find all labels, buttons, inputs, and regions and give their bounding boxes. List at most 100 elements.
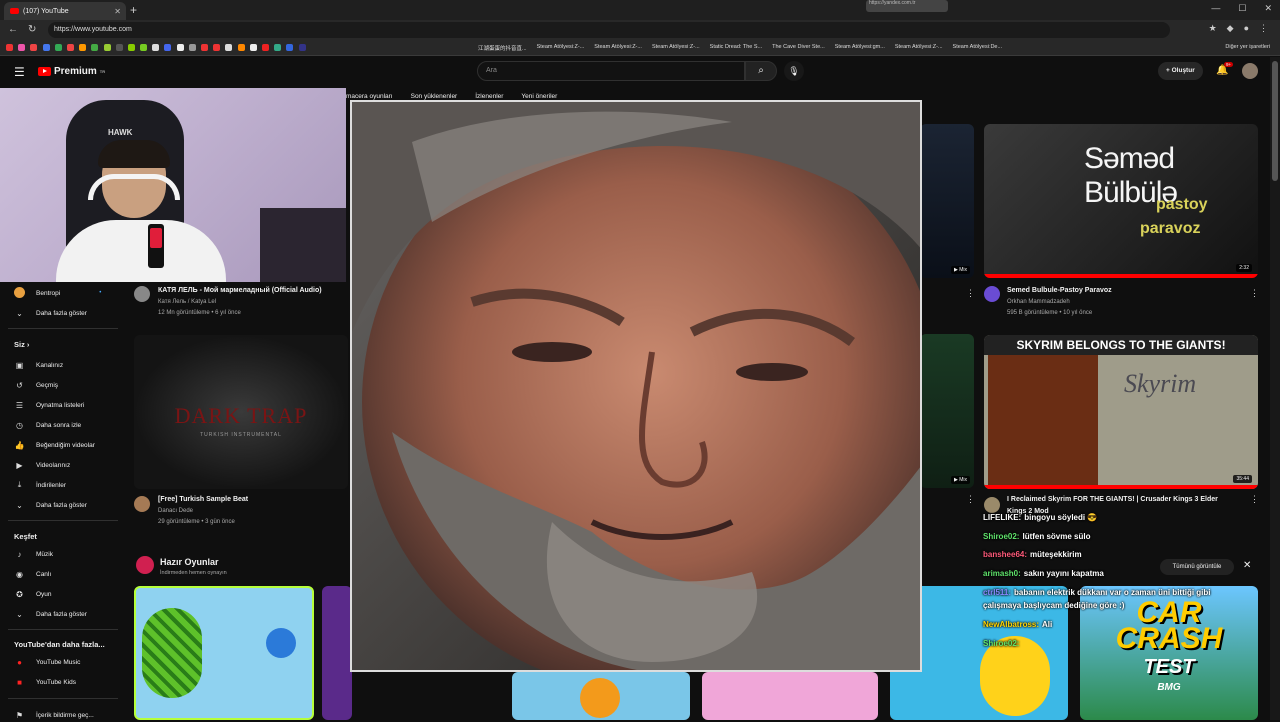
bookmark-icon[interactable] [91,44,99,51]
bookmark-item[interactable]: Steam AtölyesiːZ-... [537,44,585,52]
sidebar-item-channel[interactable]: ▣ Kanalınız [14,358,63,372]
video-thumbnail[interactable]: DARK TRAP TURKISH INSTRUMENTAL [134,335,348,489]
video-thumbnail[interactable]: SKYRIM BELONGS TO THE GIANTS! Skyrim 35:… [984,335,1258,489]
maximize-icon[interactable]: ☐ [1238,3,1246,14]
other-bookmarks[interactable]: Diğer yer işaretleri [1225,44,1270,50]
sidebar-item-live[interactable]: ◉ Canlı [14,567,51,581]
you-heading[interactable]: Siz › [14,340,29,349]
bookmark-icon[interactable] [201,44,208,51]
search-button[interactable]: ⌕ [745,61,777,81]
show-all-button[interactable]: Tümünü görüntüle [1160,559,1234,575]
new-tab-button[interactable]: + [130,3,137,17]
close-window-icon[interactable]: ✕ [1264,3,1272,14]
bookmark-icon[interactable] [249,44,257,51]
reload-icon[interactable]: ↻ [28,24,36,35]
video-menu-icon[interactable]: ⋮ [966,494,975,505]
channel-avatar[interactable] [134,496,150,512]
bookmark-icon[interactable] [42,44,50,51]
video-title[interactable]: Semed Bulbule-Pastoy Paravoz [1007,287,1112,294]
sidebar-item-more[interactable]: ⌄ Daha fazla göster [14,607,87,621]
sidebar-item-music[interactable]: ♪ Müzik [14,547,53,561]
bookmark-item[interactable]: Steam AtölyesiːZ-... [895,44,943,52]
extension-icon[interactable]: ◆ [1227,23,1234,34]
bookmark-item[interactable]: The Cave Diver Ste... [772,44,825,52]
bookmark-icon[interactable] [298,44,306,51]
search-input[interactable]: Ara [477,61,745,81]
chip[interactable]: Son yüklenenler [411,93,458,100]
sidebar-item-liked[interactable]: 👍 Beğendiğim videolar [14,438,95,452]
sidebar-item-watch-later[interactable]: ◷ Daha sonra izle [14,418,81,432]
bookmark-item[interactable]: Steam AtölyesiːDe... [953,44,1003,52]
sidebar-item-more[interactable]: ⌄ Daha fazla göster [14,498,87,512]
video-title[interactable]: [Free] Turkish Sample Beat [158,496,248,503]
bookmark-icon[interactable] [188,44,196,51]
bookmark-icon[interactable] [140,44,148,51]
hamburger-menu-icon[interactable]: ☰ [14,65,25,79]
bookmark-item[interactable]: Static Dread: The S... [710,44,762,52]
account-avatar[interactable] [1242,63,1258,79]
channel-avatar[interactable] [984,286,1000,302]
sidebar-item-your-videos[interactable]: ▶ Videolarınız [14,458,70,472]
chip[interactable]: Yeni öneriler [521,93,557,100]
bookmark-icon[interactable] [115,44,123,51]
video-thumbnail[interactable]: ▶ Mix [920,124,974,278]
bookmark-star-icon[interactable]: ★ [1209,23,1217,34]
sidebar-item-more[interactable]: ⌄ Daha fazla göster [14,306,87,320]
video-thumbnail[interactable]: Səməd Bülbülə pastoy paravoz 2:32 [984,124,1258,278]
browser-tab[interactable]: (107) YouTube ✕ [4,2,126,20]
bookmark-icon[interactable] [152,44,160,51]
game-tile[interactable] [702,672,878,720]
bookmark-icon[interactable] [274,44,282,51]
bookmark-icon[interactable] [79,44,87,51]
url-input[interactable]: https://www.youtube.com [48,22,1170,38]
create-button[interactable]: + Oluştur [1158,62,1203,80]
bookmark-icon[interactable] [237,44,245,51]
bookmark-icon[interactable] [286,44,294,51]
bookmark-icon[interactable] [30,44,38,51]
bookmark-icon[interactable] [261,44,269,51]
video-title[interactable]: КАТЯ ЛЕЛЬ - Мой мармеладный (Official Au… [158,287,322,294]
bookmark-icon[interactable] [103,44,111,51]
bookmark-icon[interactable] [6,44,13,51]
bookmark-icon[interactable] [18,44,26,51]
chip[interactable]: macera oyunları [346,93,393,100]
bookmark-item[interactable]: 江湖蛋蛋的抖音直... [478,44,527,52]
video-channel[interactable]: Danacı Dede [158,508,193,514]
chip[interactable]: İzlenenler [475,93,503,100]
video-menu-icon[interactable]: ⋮ [966,288,975,299]
sidebar-item-downloads[interactable]: ⤓ İndirilenler [14,478,66,492]
sidebar-item-playlists[interactable]: ☰ Oynatma listeleri [14,398,85,412]
bookmark-item[interactable]: Steam AtölyesiːZ-... [652,44,700,52]
video-menu-icon[interactable]: ⋮ [1250,494,1259,505]
bookmark-icon[interactable] [225,44,233,51]
game-tile[interactable] [322,586,352,720]
video-channel[interactable]: Orkhan Mammadzadeh [1007,299,1070,305]
scrollbar-thumb[interactable] [1272,61,1278,181]
channel-avatar[interactable] [134,286,150,302]
bookmark-icon[interactable] [127,44,135,51]
video-menu-icon[interactable]: ⋮ [1250,288,1259,299]
sidebar-item-subscription[interactable]: Bentropi • [14,286,101,300]
video-thumbnail[interactable]: ▶ Mix [920,334,974,488]
bookmark-item[interactable]: Steam Atölyesi:gm... [835,44,885,52]
menu-dots-icon[interactable]: ⋮ [1259,23,1268,34]
minimize-icon[interactable]: — [1211,3,1220,14]
back-icon[interactable]: ← [8,24,18,35]
video-title[interactable]: I Reclaimed Skyrim FOR THE GIANTS! | Cru… [1007,496,1218,503]
voice-search-icon[interactable]: 🎙 [784,61,804,81]
sidebar-item-history[interactable]: ↺ Geçmiş [14,378,58,392]
page-scrollbar[interactable] [1270,57,1280,720]
close-icon[interactable]: ✕ [1243,560,1251,571]
game-tile[interactable] [134,586,314,720]
bookmark-icon[interactable] [54,44,62,51]
close-tab-icon[interactable]: ✕ [114,7,121,16]
video-channel[interactable]: Катя Лель / Katya Lel [158,299,216,305]
sidebar-item-youtube-music[interactable]: ● YouTube Music [14,655,80,669]
bookmark-icon[interactable] [164,44,172,51]
bookmark-icon[interactable] [213,44,221,51]
channel-avatar[interactable] [984,497,1000,513]
game-tile[interactable] [512,672,690,720]
bookmark-icon[interactable] [66,44,74,51]
sidebar-item-gaming[interactable]: ✪ Oyun [14,587,51,601]
sidebar-item-youtube-kids[interactable]: ■ YouTube Kids [14,675,76,689]
